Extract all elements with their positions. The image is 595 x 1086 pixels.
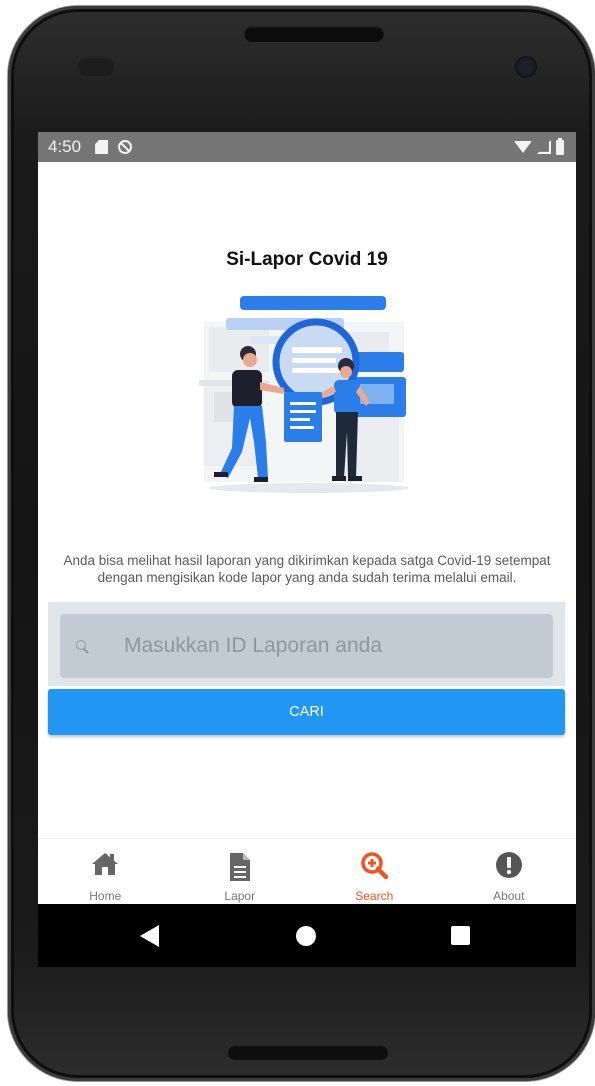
wifi-icon [514, 141, 532, 153]
sensor [78, 58, 114, 76]
earpiece-speaker [244, 26, 384, 42]
bottom-navigation: Home Lapor Search About [38, 838, 576, 905]
home-circle-icon[interactable] [296, 926, 316, 946]
exclamation-icon [495, 852, 522, 878]
search-icon [76, 640, 88, 652]
battery-icon [556, 137, 564, 155]
report-id-input[interactable] [122, 633, 526, 659]
nav-item-lapor[interactable]: Lapor [173, 839, 308, 905]
search-container [48, 602, 565, 686]
nav-item-search[interactable]: Search [307, 839, 442, 905]
cell-signal-icon [537, 140, 551, 154]
front-camera [515, 56, 537, 78]
search-box[interactable] [60, 614, 553, 678]
search-illustration [199, 296, 409, 493]
nav-label-search: Search [355, 889, 394, 903]
data-saver-icon [118, 140, 133, 154]
document-icon [229, 853, 250, 881]
nav-item-home[interactable]: Home [38, 839, 173, 905]
app-screen: 4:50 Si-Lapor Covid 19 Anda bisa melihat… [38, 132, 576, 967]
system-navigation-bar [38, 904, 576, 967]
nav-item-about[interactable]: About [442, 839, 577, 905]
status-bar: 4:50 [38, 132, 576, 162]
status-time: 4:50 [48, 137, 82, 156]
device-frame: 4:50 Si-Lapor Covid 19 Anda bisa melihat… [0, 0, 595, 1086]
description-text: Anda bisa melihat hasil laporan yang dik… [63, 552, 551, 585]
sd-card-icon [95, 140, 109, 154]
page-title: Si-Lapor Covid 19 [226, 249, 388, 270]
nav-label-lapor: Lapor [224, 889, 256, 903]
zoom-in-icon [361, 852, 389, 879]
status-indicators [514, 137, 564, 155]
nav-label-home: Home [89, 889, 122, 903]
nav-label-about: About [493, 889, 525, 903]
cari-button[interactable]: CARI [48, 689, 565, 735]
back-icon[interactable] [140, 925, 159, 947]
bottom-speaker [228, 1046, 388, 1060]
home-icon [92, 853, 119, 875]
recent-apps-icon[interactable] [451, 926, 470, 945]
